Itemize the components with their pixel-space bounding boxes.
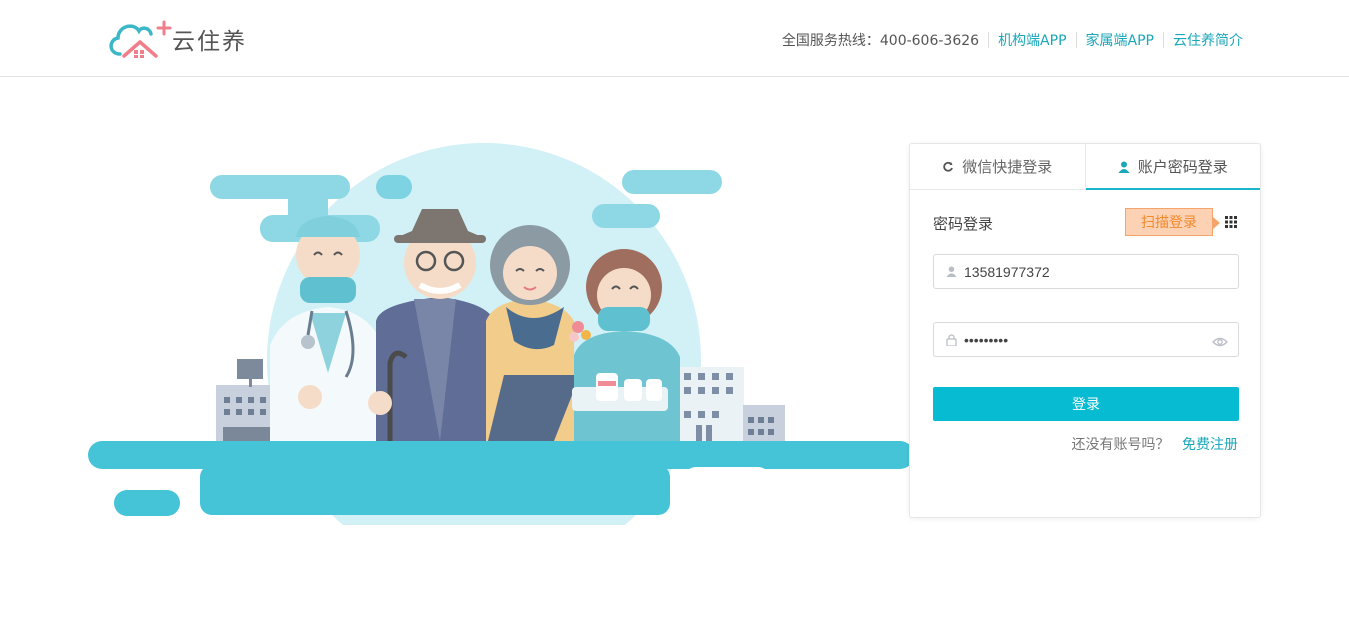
user-icon xyxy=(934,266,964,277)
nav-divider xyxy=(988,32,990,48)
cloud xyxy=(622,170,722,194)
wechat-icon xyxy=(942,161,954,173)
billboard xyxy=(237,359,263,379)
cloud xyxy=(592,204,660,228)
register-link[interactable]: 免费注册 xyxy=(1182,437,1238,453)
qr-code-icon[interactable] xyxy=(1225,216,1237,228)
username-field[interactable] xyxy=(933,254,1239,289)
top-nav: 全国服务热线：400-606-3626 机构端APP 家属端APP 云住养简介 xyxy=(782,30,1243,50)
user-icon xyxy=(1118,161,1130,173)
password-input[interactable] xyxy=(964,331,1204,348)
lock-icon xyxy=(934,333,964,346)
ground xyxy=(114,490,180,516)
logo-house-cloud-icon xyxy=(109,20,172,58)
about-link[interactable]: 云住养简介 xyxy=(1173,30,1243,50)
cloud xyxy=(210,175,350,199)
login-tabs: 微信快捷登录 账户密码登录 xyxy=(910,144,1260,190)
logo[interactable]: 云住养 xyxy=(106,16,276,62)
top-header: 云住养 全国服务热线：400-606-3626 机构端APP 家属端APP 云住… xyxy=(0,0,1349,77)
register-prompt: 还没有账号吗？ xyxy=(1071,437,1170,453)
login-button[interactable]: 登录 xyxy=(933,387,1239,421)
login-form-title: 密码登录 xyxy=(933,215,994,233)
hero-illustration xyxy=(88,143,914,525)
password-field[interactable] xyxy=(933,322,1239,357)
ground xyxy=(88,441,914,469)
cloud xyxy=(376,175,412,199)
institution-app-link[interactable]: 机构端APP xyxy=(998,30,1066,50)
ground xyxy=(200,465,670,515)
login-panel: 微信快捷登录 账户密码登录 密码登录 扫描登录 登录 xyxy=(909,143,1261,518)
family-app-link[interactable]: 家属端APP xyxy=(1086,30,1154,50)
username-input[interactable] xyxy=(964,263,1204,280)
qr-login-tip[interactable]: 扫描登录 xyxy=(1125,208,1220,236)
hotline-text: 全国服务热线：400-606-3626 xyxy=(781,33,980,49)
tab-password-login[interactable]: 账户密码登录 xyxy=(1084,144,1261,190)
register-row: 还没有账号吗？ 免费注册 xyxy=(1072,434,1238,454)
nav-divider xyxy=(1163,32,1164,48)
grandma-figure xyxy=(486,225,580,441)
tab-wechat-label: 微信快捷登录 xyxy=(962,158,1053,176)
billboard-pole xyxy=(249,379,252,387)
tab-password-label: 账户密码登录 xyxy=(1137,158,1228,176)
eye-icon[interactable] xyxy=(1212,333,1228,352)
logo-text: 云住养 xyxy=(172,29,247,55)
nav-divider xyxy=(1075,32,1077,48)
tab-wechat-login[interactable]: 微信快捷登录 xyxy=(910,144,1085,189)
